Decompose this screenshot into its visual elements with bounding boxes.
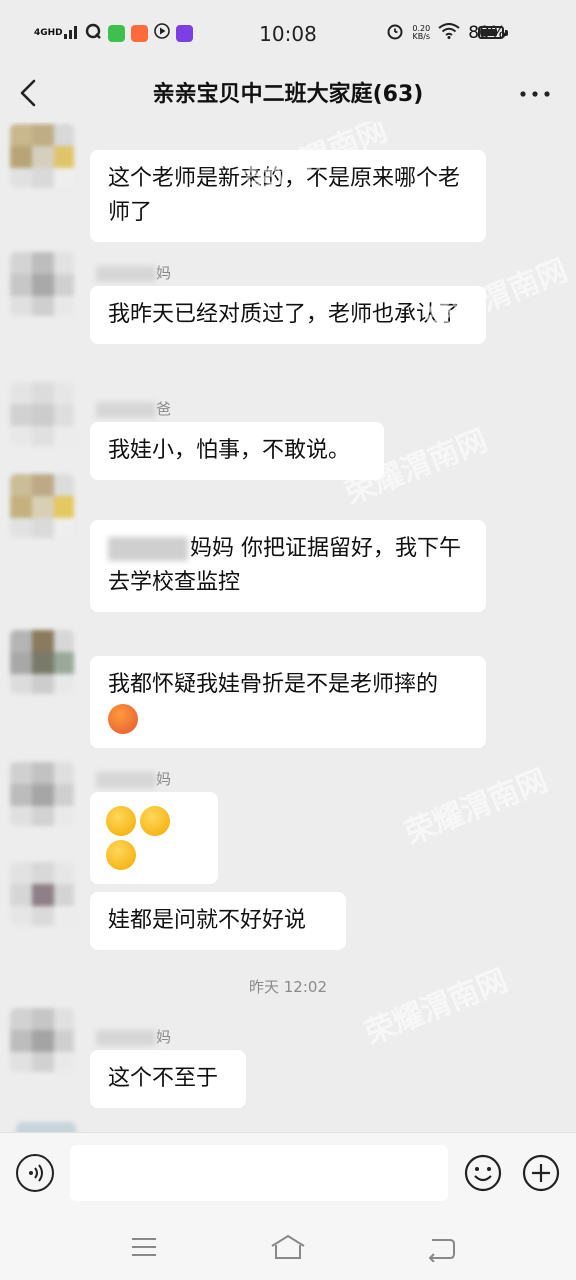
more-actions-button[interactable] [522, 1154, 560, 1192]
voice-icon [29, 1164, 43, 1182]
menu-icon [132, 1238, 156, 1256]
watermark: 荣耀渭南网 [360, 962, 513, 1052]
avatar[interactable] [16, 1122, 76, 1132]
alarm-icon [386, 22, 404, 44]
message-bubble[interactable] [90, 792, 218, 884]
redacted-name [108, 537, 188, 561]
message-bubble[interactable]: 我昨天已经对质过了，老师也承认了 [90, 286, 486, 344]
voice-button[interactable] [16, 1154, 54, 1192]
message-text: 我娃小，怕事，不敢说。 [108, 438, 351, 463]
system-nav-bar [0, 1214, 576, 1280]
message-bubble[interactable]: 妈妈 你把证据留好，我下午去学校查监控 [90, 520, 486, 612]
sender-name: 爸 [96, 398, 171, 418]
message-text: 我都怀疑我娃骨折是不是老师摔的 [108, 672, 439, 697]
status-bar: 4GHD 10:08 0.20 KB/s 80% [0, 0, 576, 66]
home-icon [271, 1234, 305, 1259]
wifi-icon [438, 23, 460, 43]
speed-unit: KB/s [412, 32, 431, 41]
battery-fill [481, 29, 497, 36]
message-text: 这个老师是新来的，不是原来哪个老师了 [108, 166, 461, 225]
thinking-emoji-icon [106, 806, 136, 836]
message-bubble[interactable]: 我娃小，怕事，不敢说。 [90, 422, 384, 480]
thinking-emoji-icon [140, 806, 170, 836]
avatar[interactable] [10, 382, 74, 446]
message-bubble[interactable]: 这个不至于 [90, 1050, 246, 1108]
avatar[interactable] [10, 762, 74, 826]
nav-back-button[interactable] [420, 1232, 460, 1263]
chat-area[interactable]: 这个老师是新来的，不是原来哪个老师了 妈 我昨天已经对质过了，老师也承认了 爸 … [0, 122, 576, 1132]
sender-name: 妈 [96, 1026, 171, 1046]
plus-circle-icon [522, 1154, 560, 1192]
message-text: 这个不至于 [108, 1066, 219, 1091]
avatar[interactable] [10, 474, 74, 538]
smiley-icon [464, 1154, 502, 1192]
message-bubble[interactable]: 娃都是问就不好好说 [90, 892, 346, 950]
chat-title: 亲亲宝贝中二班大家庭(63) [152, 82, 424, 107]
message-text: 我昨天已经对质过了，老师也承认了 [108, 302, 461, 327]
thinking-emoji-icon [106, 840, 136, 870]
avatar[interactable] [10, 252, 74, 316]
network-speed: 0.20 KB/s [412, 25, 430, 41]
time-separator: 昨天 12:02 [249, 978, 327, 996]
avatar[interactable] [10, 862, 74, 926]
sender-name: 妈 [96, 262, 171, 282]
avatar[interactable] [10, 630, 74, 694]
input-bar [0, 1132, 576, 1215]
more-dots-icon [520, 91, 550, 97]
battery-icon [478, 26, 504, 39]
nav-menu-button[interactable] [124, 1232, 164, 1262]
message-input[interactable] [70, 1145, 448, 1201]
more-button[interactable] [518, 82, 552, 106]
nav-back-icon [428, 1239, 455, 1263]
message-text: 娃都是问就不好好说 [108, 908, 307, 933]
battery-tip [505, 30, 508, 36]
message-bubble[interactable]: 我都怀疑我娃骨折是不是老师摔的 [90, 656, 486, 748]
nav-home-button[interactable] [268, 1232, 308, 1262]
avatar[interactable] [10, 1008, 74, 1072]
avatar[interactable] [10, 124, 74, 188]
chat-header: 亲亲宝贝中二班大家庭(63) [0, 66, 576, 122]
watermark: 荣耀渭南网 [400, 762, 553, 852]
angry-emoji-icon [108, 704, 138, 734]
emoji-button[interactable] [464, 1154, 502, 1192]
sender-name: 妈 [96, 768, 171, 788]
message-bubble[interactable]: 这个老师是新来的，不是原来哪个老师了 [90, 150, 486, 242]
